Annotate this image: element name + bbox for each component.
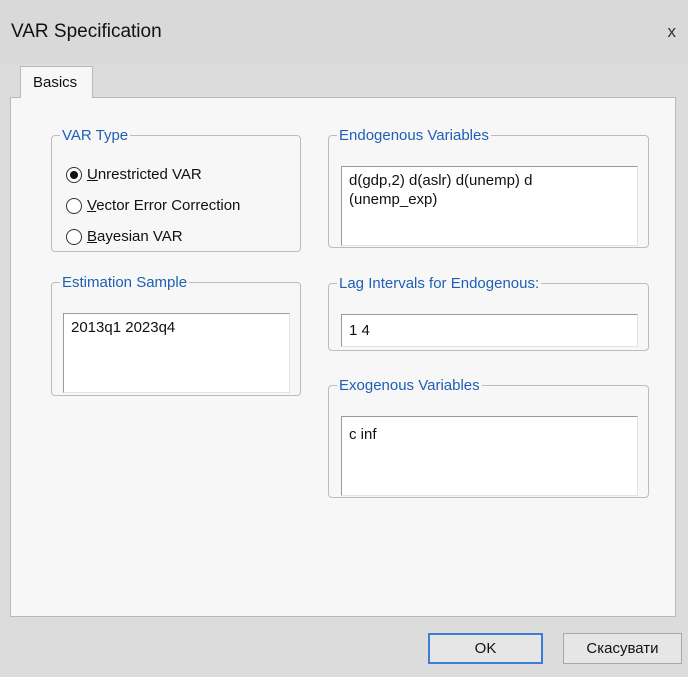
radio-unrestricted-var[interactable]: Unrestricted VAR bbox=[66, 166, 202, 183]
var-type-group: VAR Type Unrestricted VAR Vector Error C… bbox=[51, 127, 301, 252]
endogenous-variables-input[interactable]: d(gdp,2) d(aslr) d(unemp) d (unemp_exp) bbox=[341, 166, 638, 246]
radio-bayesian-var[interactable]: Bayesian VAR bbox=[66, 228, 183, 245]
endogenous-legend: Endogenous Variables bbox=[339, 127, 489, 144]
exogenous-group: Exogenous Variables c inf bbox=[328, 377, 649, 498]
tab-basics-label: Basics bbox=[33, 74, 78, 91]
lag-intervals-group: Lag Intervals for Endogenous: 1 4 bbox=[328, 275, 649, 351]
estimation-sample-group: Estimation Sample 2013q1 2023q4 bbox=[51, 274, 301, 396]
exogenous-variables-input[interactable]: c inf bbox=[341, 416, 638, 496]
radio-unchecked-icon bbox=[66, 228, 82, 245]
cancel-button[interactable]: Скасувати bbox=[563, 633, 682, 664]
radio-vector-error-correction[interactable]: Vector Error Correction bbox=[66, 197, 240, 214]
tab-basics[interactable]: Basics bbox=[20, 66, 93, 98]
window-title: VAR Specification bbox=[11, 21, 162, 42]
estimation-sample-legend: Estimation Sample bbox=[62, 274, 188, 291]
title-bar: VAR Specification x bbox=[0, 0, 688, 64]
radio-unrestricted-var-label: Unrestricted VAR bbox=[87, 166, 202, 183]
button-bar: OK Скасувати bbox=[0, 617, 688, 677]
close-icon[interactable]: x bbox=[668, 22, 677, 42]
var-type-legend: VAR Type bbox=[62, 127, 129, 144]
exogenous-legend: Exogenous Variables bbox=[339, 377, 480, 394]
estimation-sample-input[interactable]: 2013q1 2023q4 bbox=[63, 313, 290, 393]
radio-checked-icon bbox=[66, 166, 82, 183]
radio-bayesian-var-label: Bayesian VAR bbox=[87, 228, 183, 245]
ok-button[interactable]: OK bbox=[428, 633, 543, 664]
lag-intervals-legend: Lag Intervals for Endogenous: bbox=[339, 275, 540, 292]
lag-intervals-input[interactable]: 1 4 bbox=[341, 314, 638, 347]
radio-vector-error-correction-label: Vector Error Correction bbox=[87, 197, 241, 214]
endogenous-group: Endogenous Variables d(gdp,2) d(aslr) d(… bbox=[328, 127, 649, 248]
radio-unchecked-icon bbox=[66, 197, 82, 214]
